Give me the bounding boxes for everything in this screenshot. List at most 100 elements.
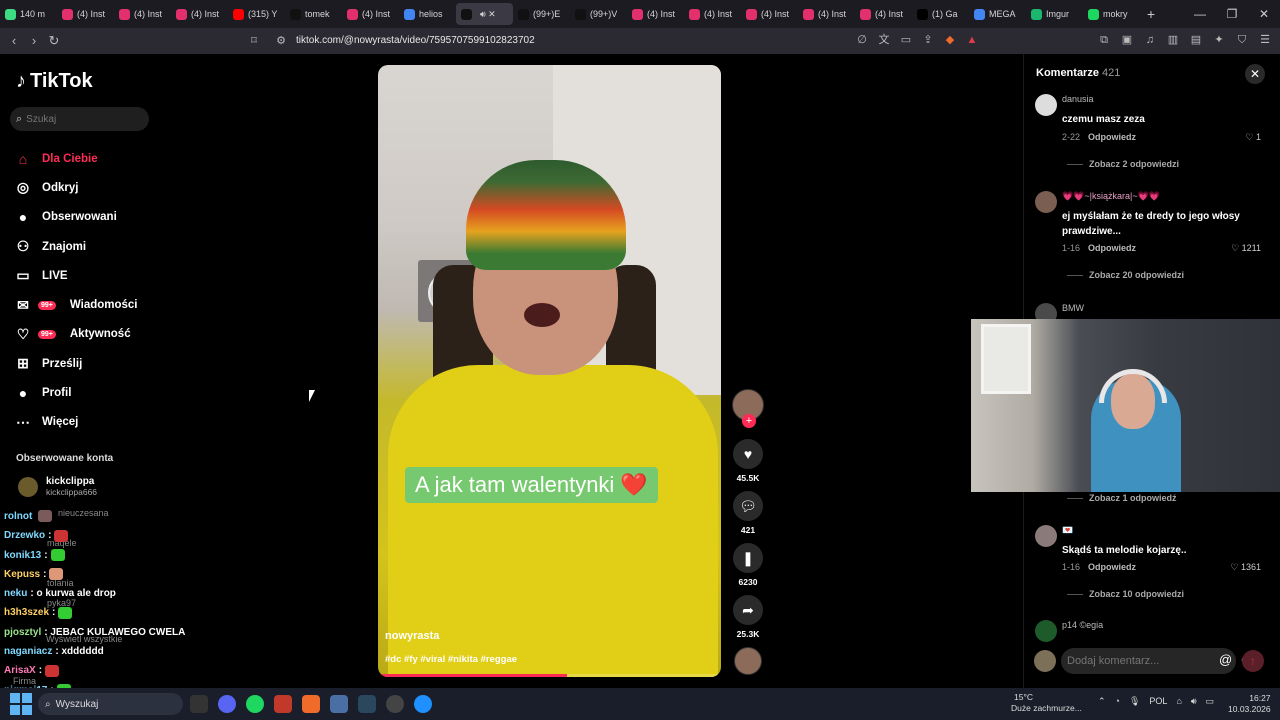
video-player[interactable]: A jak tam walentynki ❤️ nowyrasta #dc #f…	[378, 65, 721, 677]
bookmark-icon[interactable]: ❚	[733, 543, 763, 573]
browser-tab[interactable]: (4) Inst	[57, 3, 114, 25]
close-icon[interactable]: ✕	[1245, 64, 1265, 84]
app-icon[interactable]	[190, 695, 208, 713]
menu-icon[interactable]: ☰	[1258, 33, 1272, 47]
sidebar-item-prześlij[interactable]: ⊞ Prześlij	[14, 349, 138, 378]
view-replies-button[interactable]: Zobacz 2 odpowiedzi	[1067, 159, 1179, 169]
tab-close-icon[interactable]: 🔊︎ ✕	[480, 9, 496, 20]
leo-icon[interactable]: ✦	[1212, 33, 1226, 47]
view-replies-button[interactable]: Zobacz 1 odpowiedź	[1067, 493, 1177, 503]
comment-user[interactable]: BMW	[1062, 303, 1084, 313]
minimize-icon[interactable]: —	[1184, 7, 1216, 21]
chevron-up-icon[interactable]: ⌃	[1098, 696, 1106, 707]
comment-like[interactable]: ♡ 1	[1245, 132, 1261, 143]
extensions-icon[interactable]: ⧉	[1097, 33, 1111, 47]
rewards-icon[interactable]: ▲	[965, 33, 979, 47]
sidebar-item-wiadomości[interactable]: ✉ 99+ Wiadomości	[14, 290, 137, 319]
forward-icon[interactable]: ›	[24, 33, 44, 48]
avatar[interactable]	[1035, 191, 1057, 213]
start-icon[interactable]	[10, 693, 32, 715]
browser-tab[interactable]: (4) Inst	[114, 3, 171, 25]
url-field[interactable]: tiktok.com/@nowyrasta/video/759570759910…	[296, 35, 535, 46]
browser-tab[interactable]: (4) Inst	[627, 3, 684, 25]
comment-user[interactable]: 💌	[1062, 525, 1073, 536]
share-icon[interactable]: ⇪	[921, 33, 935, 47]
search-box[interactable]: ⌕	[10, 107, 149, 131]
weather-widget[interactable]: 15°C Duże zachmurze...	[992, 692, 1082, 714]
language-indicator[interactable]: POL	[1149, 696, 1167, 707]
sidebar-icon[interactable]: ▥	[1166, 33, 1180, 47]
browser-tab[interactable]: (99+)V	[570, 3, 627, 25]
sidebar-item-live[interactable]: ▭ LIVE	[14, 261, 138, 290]
browser-tab[interactable]: (4) Inst	[855, 3, 912, 25]
reply-button[interactable]: Odpowiedz	[1088, 562, 1136, 572]
browser-tab[interactable]: (4) Inst	[798, 3, 855, 25]
browser-tab[interactable]: MEGA	[969, 3, 1026, 25]
mic-icon[interactable]: 🎙︎	[1129, 696, 1140, 707]
globe-icon[interactable]	[414, 695, 432, 713]
search-input[interactable]	[26, 113, 137, 125]
sidebar-item-odkryj[interactable]: ◎ Odkryj	[14, 173, 138, 202]
sidebar-item-aktywność[interactable]: ♡ 99+ Aktywność	[14, 320, 138, 349]
bookmark-icon[interactable]: ⌑	[247, 34, 261, 48]
comment-like[interactable]: ♡ 1211	[1231, 243, 1261, 254]
comment-box[interactable]: @ ☺	[1061, 648, 1252, 674]
send-icon[interactable]: ↑	[1242, 650, 1264, 672]
close-window-icon[interactable]: ✕	[1248, 7, 1280, 21]
clock[interactable]: 16:27 10.03.2026	[1228, 693, 1271, 715]
view-replies-button[interactable]: Zobacz 10 odpowiedzi	[1067, 589, 1184, 599]
video-progress-bar[interactable]	[378, 674, 721, 677]
sidebar-item-obserwowani[interactable]: ● Obserwowani	[14, 203, 138, 232]
obs-icon[interactable]	[386, 695, 404, 713]
browser-tab[interactable]: (4) Inst	[741, 3, 798, 25]
sidebar-item-profil[interactable]: ● Profil	[14, 378, 138, 407]
sidebar-item-znajomi[interactable]: ⚇ Znajomi	[14, 232, 138, 261]
battery-icon[interactable]: ▭	[1206, 696, 1215, 707]
wallet-icon[interactable]: ▤	[1189, 33, 1203, 47]
view-replies-button[interactable]: Zobacz 20 odpowiedzi	[1067, 270, 1184, 280]
reply-button[interactable]: Odpowiedz	[1088, 132, 1136, 142]
browser-tab[interactable]: (4) Inst	[171, 3, 228, 25]
followed-account[interactable]: kickclippa kickclippa666	[18, 476, 97, 497]
share-arrow-icon[interactable]: ➦	[733, 595, 763, 625]
browser-tab[interactable]: mokry	[1083, 3, 1140, 25]
browser-tab[interactable]: helios	[399, 3, 456, 25]
mute-icon[interactable]: ∅	[855, 33, 869, 47]
app-icon[interactable]	[330, 695, 348, 713]
browser-tab[interactable]: Imgur	[1026, 3, 1083, 25]
vpn-icon[interactable]: ⛉	[1235, 33, 1249, 47]
follow-plus-icon[interactable]: +	[742, 414, 756, 428]
app-icon[interactable]	[274, 695, 292, 713]
comment-user[interactable]: p14 ©egia	[1062, 620, 1103, 630]
browser-tab[interactable]: (315) Y	[228, 3, 285, 25]
brave-shield-icon[interactable]: ◆	[943, 33, 957, 47]
site-settings-icon[interactable]: ⚙	[274, 34, 288, 48]
video-author[interactable]: nowyrasta	[385, 630, 439, 642]
network-icon[interactable]: ⌂	[1176, 696, 1181, 707]
tiktok-logo[interactable]: ♪ TikTok	[16, 70, 93, 93]
browser-tab[interactable]: (99+)E	[513, 3, 570, 25]
comment-like[interactable]: ♡ 1361	[1230, 562, 1261, 573]
video-hashtags[interactable]: #dc #fy #viral #nikita #reggae	[385, 654, 517, 665]
like-icon[interactable]: ♥	[733, 439, 763, 469]
back-icon[interactable]: ‹	[4, 33, 24, 48]
browser-tab[interactable]: tomek	[285, 3, 342, 25]
reply-button[interactable]: Odpowiedz	[1088, 243, 1136, 253]
author-avatar[interactable]: +	[732, 389, 764, 428]
comment-input[interactable]	[1067, 655, 1187, 667]
reader-icon[interactable]: ▭	[899, 33, 913, 47]
taskbar-search[interactable]: ⌕ Wyszukaj	[38, 693, 183, 715]
translate-icon[interactable]: 文	[877, 33, 891, 47]
browser-tab[interactable]: 140 m	[0, 3, 57, 25]
new-tab-icon[interactable]: +	[1140, 6, 1162, 22]
comment-icon[interactable]: 💬︎	[733, 491, 763, 521]
reload-icon[interactable]: ↻	[44, 33, 64, 49]
mention-icon[interactable]: @	[1219, 652, 1232, 667]
volume-icon[interactable]: 🔊︎	[1191, 696, 1197, 707]
browser-tab[interactable]: (1) Ga	[912, 3, 969, 25]
avatar[interactable]	[1035, 525, 1057, 547]
spotify-icon[interactable]	[246, 695, 264, 713]
browser-tab[interactable]: (4) Inst	[342, 3, 399, 25]
avatar[interactable]	[1035, 620, 1057, 642]
screenshot-icon[interactable]: ▣	[1120, 33, 1134, 47]
